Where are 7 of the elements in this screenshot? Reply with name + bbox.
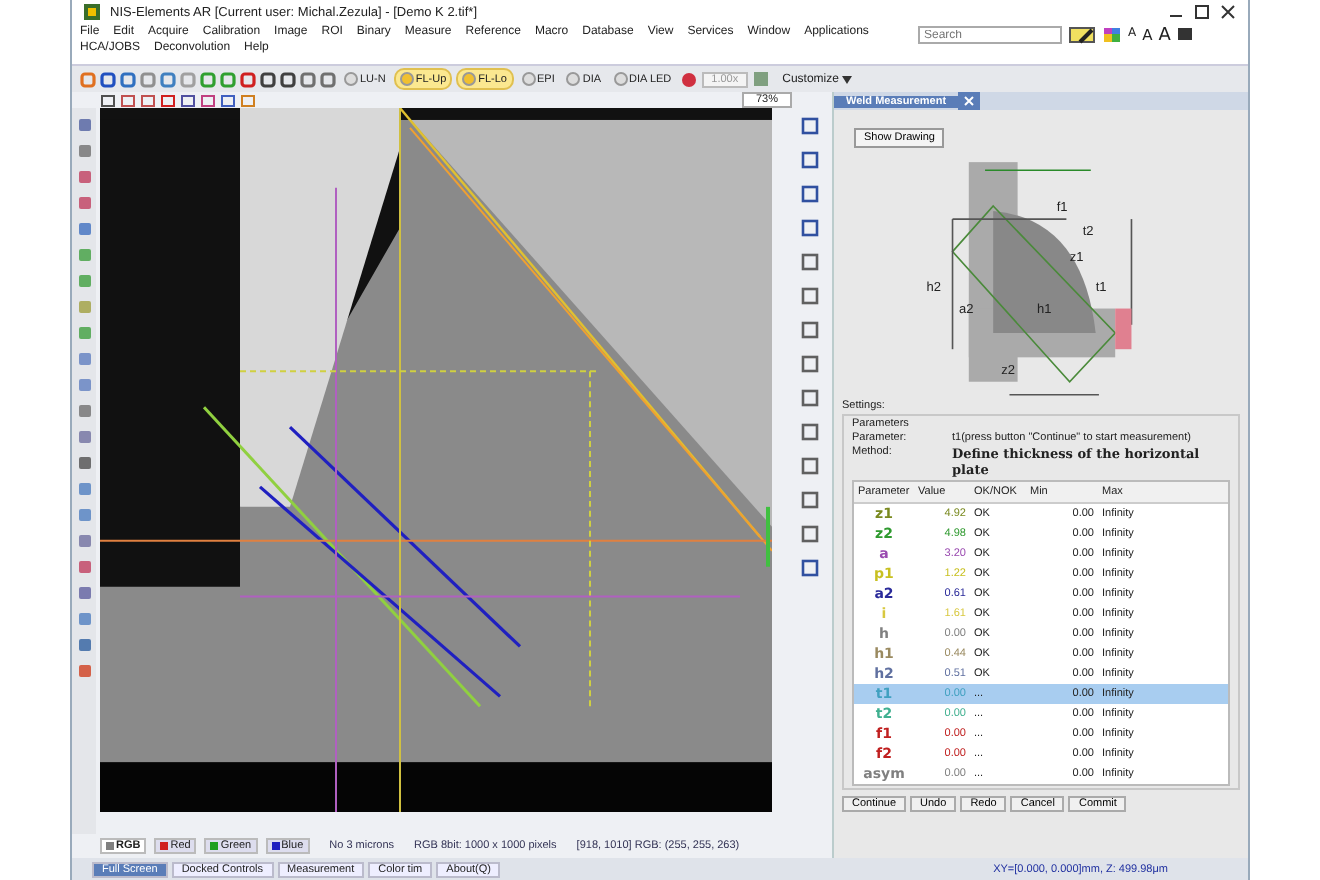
caret-icon[interactable] xyxy=(842,75,853,83)
close-icon[interactable] xyxy=(1220,4,1236,20)
font-size-button[interactable]: A xyxy=(1158,26,1171,46)
maximize-icon[interactable] xyxy=(1194,4,1210,20)
light-icon[interactable] xyxy=(679,70,698,88)
grid-icon[interactable] xyxy=(1102,26,1122,44)
app-logo-icon xyxy=(84,4,100,20)
